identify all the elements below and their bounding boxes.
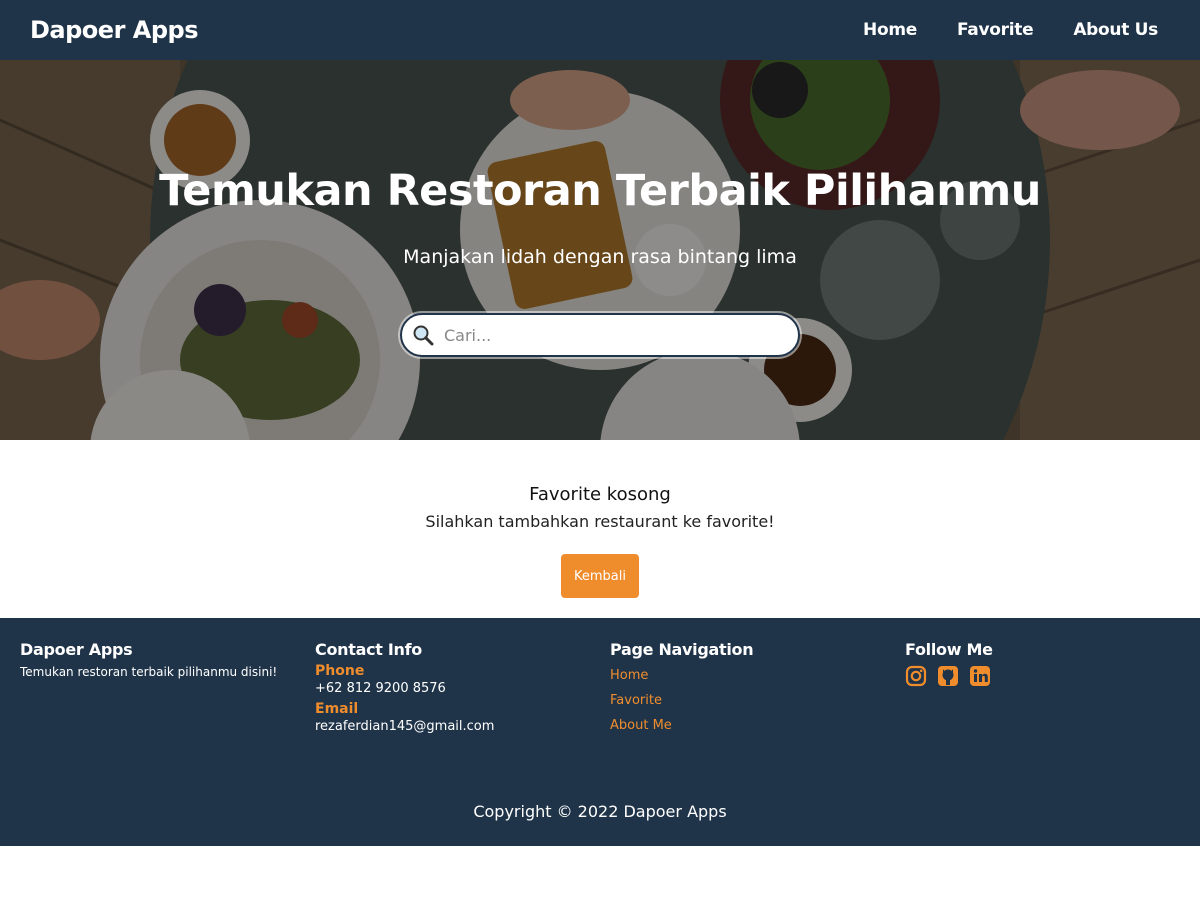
nav-about-us[interactable]: About Us: [1061, 20, 1170, 40]
hero-section: Temukan Restoran Terbaik Pilihanmu Manja…: [0, 60, 1200, 440]
footer: Dapoer Apps Temukan restoran terbaik pil…: [0, 618, 1200, 846]
footer-about: Dapoer Apps Temukan restoran terbaik pil…: [20, 640, 300, 681]
email-value: rezaferdian145@gmail.com: [315, 719, 495, 734]
footer-brand: Dapoer Apps: [20, 640, 133, 659]
magnifier-icon: [412, 324, 434, 346]
contact-heading: Contact Info: [315, 640, 422, 659]
nav-home[interactable]: Home: [851, 20, 929, 40]
footer-tagline: Temukan restoran terbaik pilihanmu disin…: [20, 665, 278, 679]
phone-label: Phone: [315, 663, 365, 679]
empty-title: Favorite kosong: [529, 484, 671, 505]
phone-value: +62 812 9200 8576: [315, 681, 446, 696]
navbar: Dapoer Apps Home Favorite About Us: [0, 0, 1200, 60]
favorite-empty-state: Favorite kosong Silahkan tambahkan resta…: [0, 440, 1200, 618]
copyright-text: Copyright © 2022 Dapoer Apps: [473, 802, 727, 821]
main-nav: Home Favorite About Us: [835, 20, 1170, 40]
social-links: [905, 665, 1185, 687]
navigation-heading: Page Navigation: [610, 640, 754, 659]
hero-title: Temukan Restoran Terbaik Pilihanmu: [159, 166, 1041, 216]
linkedin-icon[interactable]: [969, 665, 991, 687]
nav-favorite[interactable]: Favorite: [945, 20, 1045, 40]
search-box[interactable]: [400, 313, 800, 357]
instagram-icon[interactable]: [905, 665, 927, 687]
footer-contact: Contact Info Phone +62 812 9200 8576 Ema…: [315, 640, 595, 737]
hero-subtitle: Manjakan lidah dengan rasa bintang lima: [403, 246, 797, 268]
email-label: Email: [315, 701, 359, 717]
back-button[interactable]: Kembali: [561, 554, 639, 598]
hero-content: Temukan Restoran Terbaik Pilihanmu Manja…: [0, 60, 1200, 440]
footer-link-favorite[interactable]: Favorite: [610, 688, 890, 713]
follow-heading: Follow Me: [905, 640, 993, 659]
footer-follow: Follow Me: [905, 640, 1185, 687]
footer-link-home[interactable]: Home: [610, 663, 890, 688]
github-icon[interactable]: [937, 665, 959, 687]
footer-link-about-me[interactable]: About Me: [610, 713, 890, 738]
brand-logo[interactable]: Dapoer Apps: [30, 16, 198, 44]
footer-navigation: Page Navigation Home Favorite About Me: [610, 640, 890, 738]
empty-description: Silahkan tambahkan restaurant ke favorit…: [425, 512, 775, 531]
search-input[interactable]: [444, 325, 784, 345]
